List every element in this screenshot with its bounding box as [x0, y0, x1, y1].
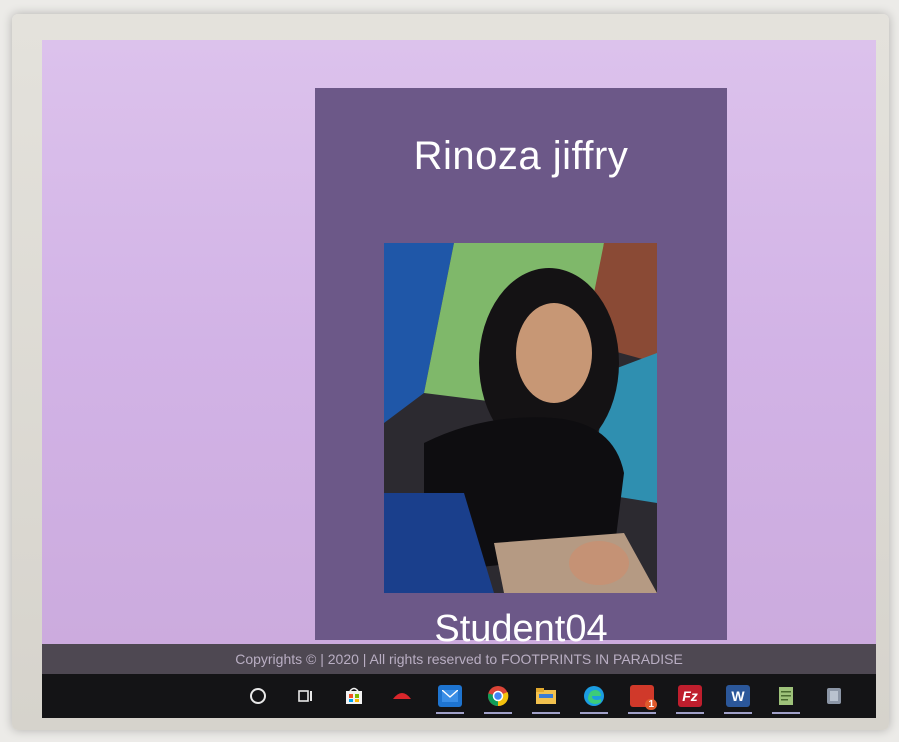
task-view-icon: [298, 690, 312, 702]
taskbar-cortana[interactable]: [240, 678, 276, 714]
taskbar-app-grey[interactable]: [816, 678, 852, 714]
notepad-icon: [779, 687, 793, 705]
file-explorer-icon: [536, 688, 556, 704]
profile-card: Rinoza jiffry Student04: [315, 88, 727, 650]
taskbar-mail[interactable]: [432, 678, 468, 714]
taskbar-store[interactable]: [336, 678, 372, 714]
cortana-search-icon: [250, 688, 266, 704]
taskbar-app-badge[interactable]: 1: [624, 678, 660, 714]
windows-taskbar: 1 Fz W: [42, 674, 876, 718]
app-grey-icon: [827, 688, 841, 704]
profile-photo: [384, 243, 657, 593]
app-badge-icon: 1: [630, 685, 657, 710]
taskbar-word[interactable]: W: [720, 678, 756, 714]
app-badge-count: 1: [645, 699, 657, 710]
taskbar-task-view[interactable]: [288, 678, 324, 714]
mail-icon: [438, 685, 462, 707]
filezilla-icon: Fz: [678, 685, 702, 707]
page-footer: Copyrights © | 2020 | All rights reserve…: [42, 644, 876, 674]
taskbar-file-explorer[interactable]: [528, 678, 564, 714]
edge-icon: [584, 686, 604, 706]
browser-viewport: Rinoza jiffry Student04 Copyrights © | 2…: [42, 40, 876, 718]
store-icon: [346, 687, 362, 704]
word-icon: W: [726, 685, 750, 707]
chrome-icon: [487, 686, 509, 707]
taskbar-filezilla[interactable]: Fz: [672, 678, 708, 714]
taskbar-notepad[interactable]: [768, 678, 804, 714]
app-red-icon: [393, 693, 411, 699]
taskbar-chrome[interactable]: [480, 678, 516, 714]
taskbar-app-red[interactable]: [384, 678, 420, 714]
taskbar-edge[interactable]: [576, 678, 612, 714]
profile-name: Rinoza jiffry: [413, 134, 629, 178]
